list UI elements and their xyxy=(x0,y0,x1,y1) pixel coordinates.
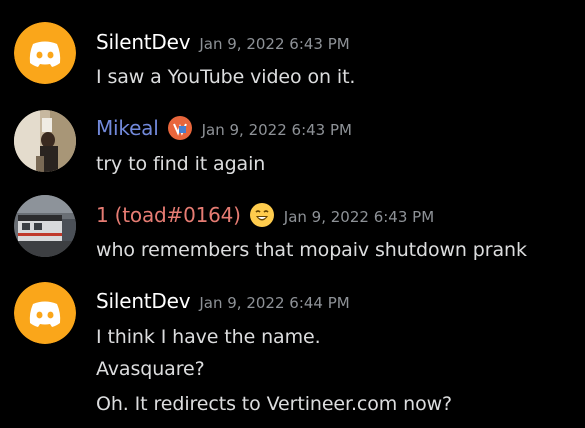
avatar[interactable] xyxy=(14,195,76,257)
timestamp[interactable]: Jan 9, 2022 6:43 PM xyxy=(202,121,352,139)
timestamp[interactable]: Jan 9, 2022 6:43 PM xyxy=(284,208,434,226)
message-text: Avasquare? xyxy=(96,358,205,380)
laughing-emoji-badge-icon[interactable] xyxy=(249,202,275,228)
message-header: Mikeal Jan 9, 2022 6:43 PM xyxy=(96,114,352,142)
message-text: who remembers that mopaiv shutdown prank xyxy=(96,239,527,261)
avatar[interactable] xyxy=(14,282,76,344)
timestamp[interactable]: Jan 9, 2022 6:43 PM xyxy=(199,35,349,53)
username[interactable]: SilentDev xyxy=(96,289,191,313)
username[interactable]: 1 (toad#0164) xyxy=(96,203,241,227)
message-header: SilentDev Jan 9, 2022 6:44 PM xyxy=(96,287,350,315)
message-text: Oh. It redirects to Vertineer.com now? xyxy=(96,393,453,415)
message-text: I saw a YouTube video on it. xyxy=(96,66,356,88)
discord-logo-icon xyxy=(14,22,76,84)
role-badge-icon[interactable] xyxy=(167,115,193,141)
message-header: SilentDev Jan 9, 2022 6:43 PM xyxy=(96,28,350,56)
photo-avatar xyxy=(14,110,76,172)
train-photo-avatar xyxy=(14,195,76,257)
message-text: I think I have the name. xyxy=(96,326,321,348)
discord-logo-icon xyxy=(14,282,76,344)
message-text: try to find it again xyxy=(96,153,266,175)
avatar[interactable] xyxy=(14,110,76,172)
username[interactable]: SilentDev xyxy=(96,30,191,54)
username[interactable]: Mikeal xyxy=(96,116,159,140)
message-header: 1 (toad#0164) Jan 9, 2022 6:43 PM xyxy=(96,201,434,229)
avatar[interactable] xyxy=(14,22,76,84)
timestamp[interactable]: Jan 9, 2022 6:44 PM xyxy=(199,294,349,312)
